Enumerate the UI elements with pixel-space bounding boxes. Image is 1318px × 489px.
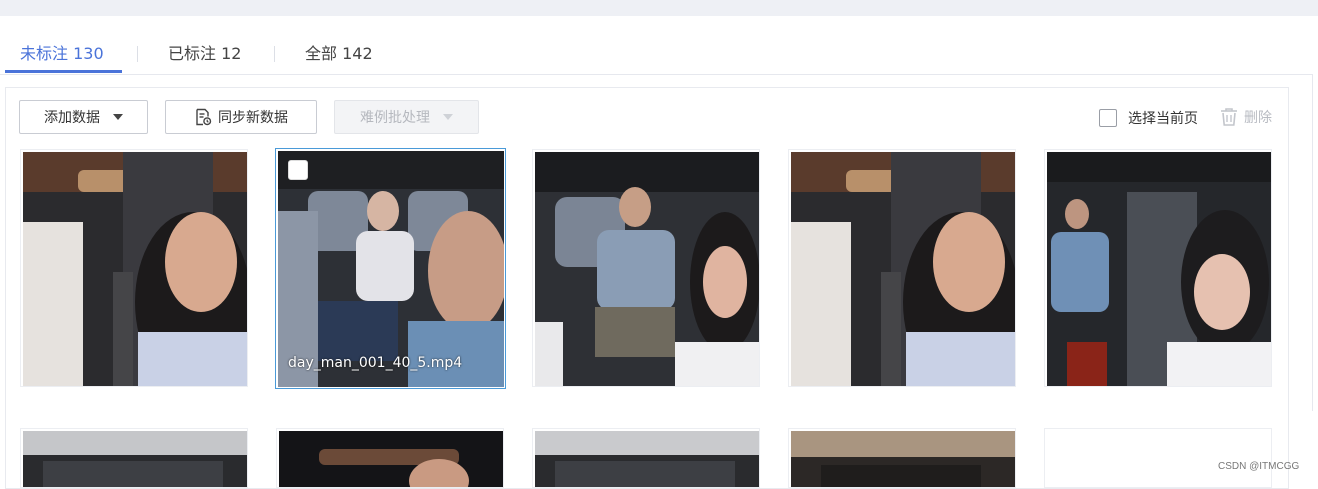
sync-document-icon (196, 108, 212, 126)
image-card-4[interactable] (788, 149, 1016, 387)
delete-button[interactable]: 删除 (1219, 107, 1272, 127)
select-page-checkbox[interactable] (1099, 109, 1117, 127)
cabin-photo-woman-looking-down (1047, 152, 1271, 386)
add-data-label: 添加数据 (44, 110, 100, 126)
image-card-9[interactable] (788, 428, 1016, 488)
image-card-5[interactable] (1044, 149, 1272, 387)
tab-unlabeled[interactable]: 未标注 130 (20, 43, 104, 65)
image-card-6[interactable] (20, 428, 248, 488)
cabin-photo-ceiling (23, 431, 247, 487)
image-card-8[interactable] (532, 428, 760, 488)
side-panel-edge (1312, 74, 1318, 411)
video-filename: day_man_001_40_5.mp4 (288, 355, 463, 371)
delete-label: 删除 (1244, 110, 1272, 126)
hard-case-batch-label: 难例批处理 (360, 110, 430, 126)
chevron-down-icon (443, 114, 453, 120)
image-card-1[interactable] (20, 149, 248, 387)
sync-new-data-button[interactable]: 同步新数据 (165, 100, 317, 134)
watermark: CSDN @ITMCGG (1218, 461, 1300, 472)
top-bar (0, 0, 1318, 16)
cabin-photo-woman-driver (23, 152, 247, 386)
add-data-dropdown[interactable]: 添加数据 (19, 100, 148, 134)
image-card-7[interactable] (276, 428, 504, 488)
select-page-label: 选择当前页 (1128, 111, 1198, 127)
tab-labeled[interactable]: 已标注 12 (168, 43, 241, 65)
select-current-page[interactable]: 选择当前页 (1099, 108, 1198, 128)
active-tab-indicator (5, 70, 122, 73)
trash-icon (1221, 108, 1237, 126)
card-checkbox[interactable] (288, 160, 308, 180)
image-card-2[interactable]: day_man_001_40_5.mp4 (275, 148, 506, 389)
tab-all[interactable]: 全部 142 (305, 43, 373, 65)
cabin-photo-man-and-passenger (278, 151, 504, 387)
image-card-10[interactable] (1044, 428, 1272, 488)
cabin-photo-ceiling (535, 431, 759, 487)
cabin-photo-woman-driver (791, 152, 1015, 386)
hard-case-batch-dropdown[interactable]: 难例批处理 (334, 100, 479, 134)
sync-new-data-label: 同步新数据 (218, 110, 288, 126)
cabin-photo-man-rear (535, 152, 759, 386)
chevron-down-icon (113, 114, 123, 120)
tab-bar: 未标注 130 已标注 12 全部 142 (0, 16, 1318, 75)
tab-divider (274, 46, 275, 62)
cabin-photo-ceiling-warm (791, 431, 1015, 487)
image-card-3[interactable] (532, 149, 760, 387)
cabin-photo-ceiling-dark (279, 431, 503, 487)
tab-divider (137, 46, 138, 62)
